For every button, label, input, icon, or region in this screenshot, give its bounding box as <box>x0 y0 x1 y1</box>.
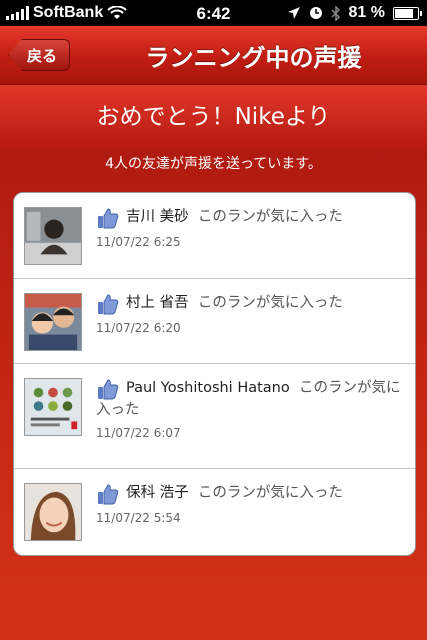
friend-name: 吉川 美砂 <box>126 209 189 225</box>
nav-bar: 戻る ランニング中の声援 <box>0 26 427 85</box>
friend-name: Paul Yoshitoshi Hatano <box>126 380 290 396</box>
list-item[interactable]: 吉川 美砂 このランが気に入った 11/07/22 6:25 <box>14 193 415 279</box>
friend-name: 保科 浩子 <box>126 485 189 501</box>
cheer-timestamp: 11/07/22 6:25 <box>96 235 181 249</box>
friend-name: 村上 省吾 <box>126 295 189 311</box>
list-item[interactable]: 村上 省吾 このランが気に入った 11/07/22 6:20 <box>14 279 415 364</box>
bluetooth-icon <box>331 5 340 21</box>
status-bar: SoftBank 6:42 81 % <box>0 0 427 26</box>
avatar <box>24 378 82 436</box>
avatar <box>24 293 82 351</box>
cheer-count-text: 4人の友達が声援を送っています。 <box>105 156 322 172</box>
back-button[interactable]: 戻る <box>8 39 70 71</box>
page-title: ランニング中の声援 <box>145 44 362 72</box>
cheer-action: このランが気に入った <box>197 295 343 311</box>
congrats-banner: おめでとう！Nikeより <box>0 85 427 149</box>
cheer-text: 保科 浩子 このランが気に入った <box>96 482 403 504</box>
avatar <box>24 207 82 265</box>
clock-icon <box>309 7 322 19</box>
status-right-group: 81 % <box>287 4 422 22</box>
cheer-text: 吉川 美砂 このランが気に入った <box>96 206 403 228</box>
cheer-text: Paul Yoshitoshi Hatano このランが気に入った <box>96 377 403 421</box>
cheer-action: このランが気に入った <box>197 209 343 225</box>
list-item[interactable]: Paul Yoshitoshi Hatano このランが気に入った 11/07/… <box>14 364 415 469</box>
cheer-timestamp: 11/07/22 6:20 <box>96 321 181 335</box>
cheer-text: 村上 省吾 このランが気に入った <box>96 292 403 314</box>
battery-percent: 81 % <box>348 4 385 21</box>
avatar <box>24 483 82 541</box>
cheer-timestamp: 11/07/22 5:54 <box>96 511 181 525</box>
location-icon <box>287 7 300 19</box>
cheer-timestamp: 11/07/22 6:07 <box>96 426 181 440</box>
cheers-list: 吉川 美砂 このランが気に入った 11/07/22 6:25 村上 省吾 このラ… <box>13 192 416 556</box>
battery-icon <box>393 6 422 20</box>
cheer-action: このランが気に入った <box>197 485 343 501</box>
list-item[interactable]: 保科 浩子 このランが気に入った 11/07/22 5:54 <box>14 469 415 555</box>
